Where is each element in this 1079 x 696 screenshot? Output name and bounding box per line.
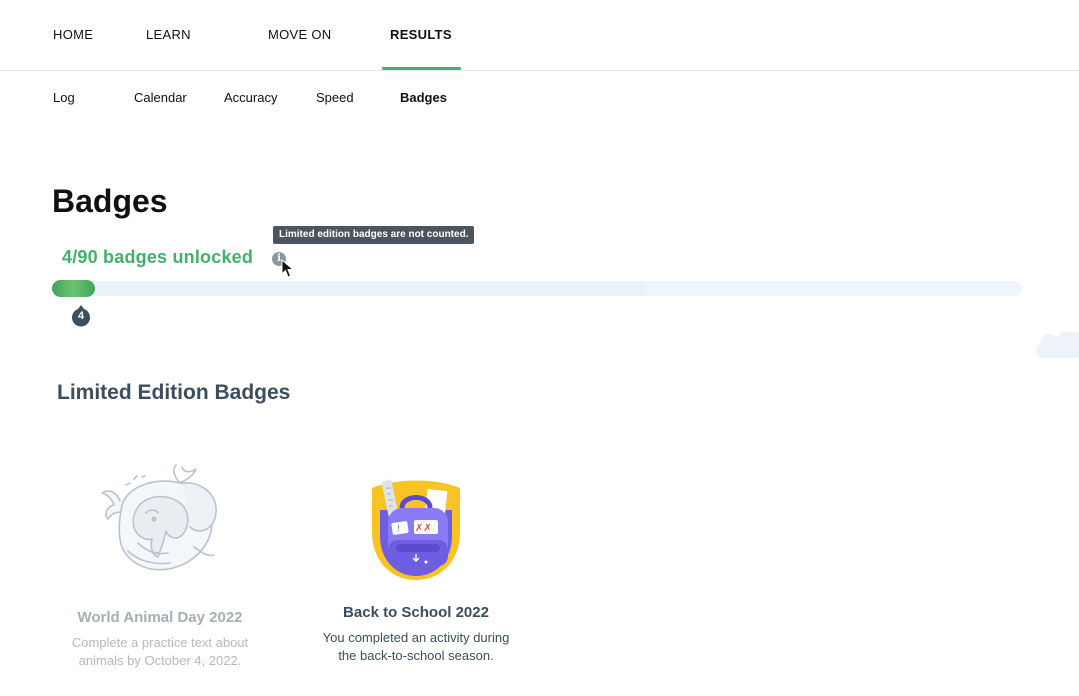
progress-marker-label: 4 [77,310,85,322]
badge-description-line: the back-to-school season. [338,648,494,663]
badge-description-line: Complete a practice text about [71,635,249,650]
tab-calendar[interactable]: Calendar [134,90,187,105]
tab-log[interactable]: Log [53,90,75,105]
whale-elephant-badge-icon [101,464,217,571]
svg-text:!: ! [397,524,400,533]
nav-learn[interactable]: LEARN [146,27,191,42]
badges-unlocked-count: 4/90 badges unlocked [62,247,254,267]
badge-card-world-animal-day[interactable]: World Animal Day 2022 Complete a practic… [50,455,270,670]
top-navigation: HOME LEARN MOVE ON RESULTS [0,0,1079,71]
badge-name: World Animal Day 2022 [77,609,243,626]
badge-progress-track [52,281,1022,296]
nav-home[interactable]: HOME [53,27,93,42]
cloud-icon [1035,332,1079,358]
tab-badges[interactable]: Badges [400,90,447,105]
badge-progress-fill [52,280,95,297]
backpack-badge-icon: ! ✗✗ [372,479,460,580]
badge-name: Back to School 2022 [343,604,489,621]
nav-move-on[interactable]: MOVE ON [268,27,332,42]
page-title: Badges [52,183,168,219]
badge-description: Complete a practice text about animals b… [50,634,270,670]
badge-description: You completed an activity during the bac… [306,629,526,665]
tab-accuracy[interactable]: Accuracy [224,90,277,105]
nav-results[interactable]: RESULTS [390,27,452,42]
svg-text:✗✗: ✗✗ [415,523,432,534]
mouse-cursor-icon [281,259,295,278]
tab-speed[interactable]: Speed [316,90,354,105]
info-tooltip: Limited edition badges are not counted. [273,226,475,244]
nav-active-indicator [382,67,461,70]
limited-edition-title: Limited Edition Badges [57,381,291,404]
badge-card-back-to-school[interactable]: ! ✗✗ Back to School 2022 You completed a… [306,470,526,665]
badge-description-line: animals by October 4, 2022. [78,653,242,668]
badge-description-line: You completed an activity during [322,630,510,645]
